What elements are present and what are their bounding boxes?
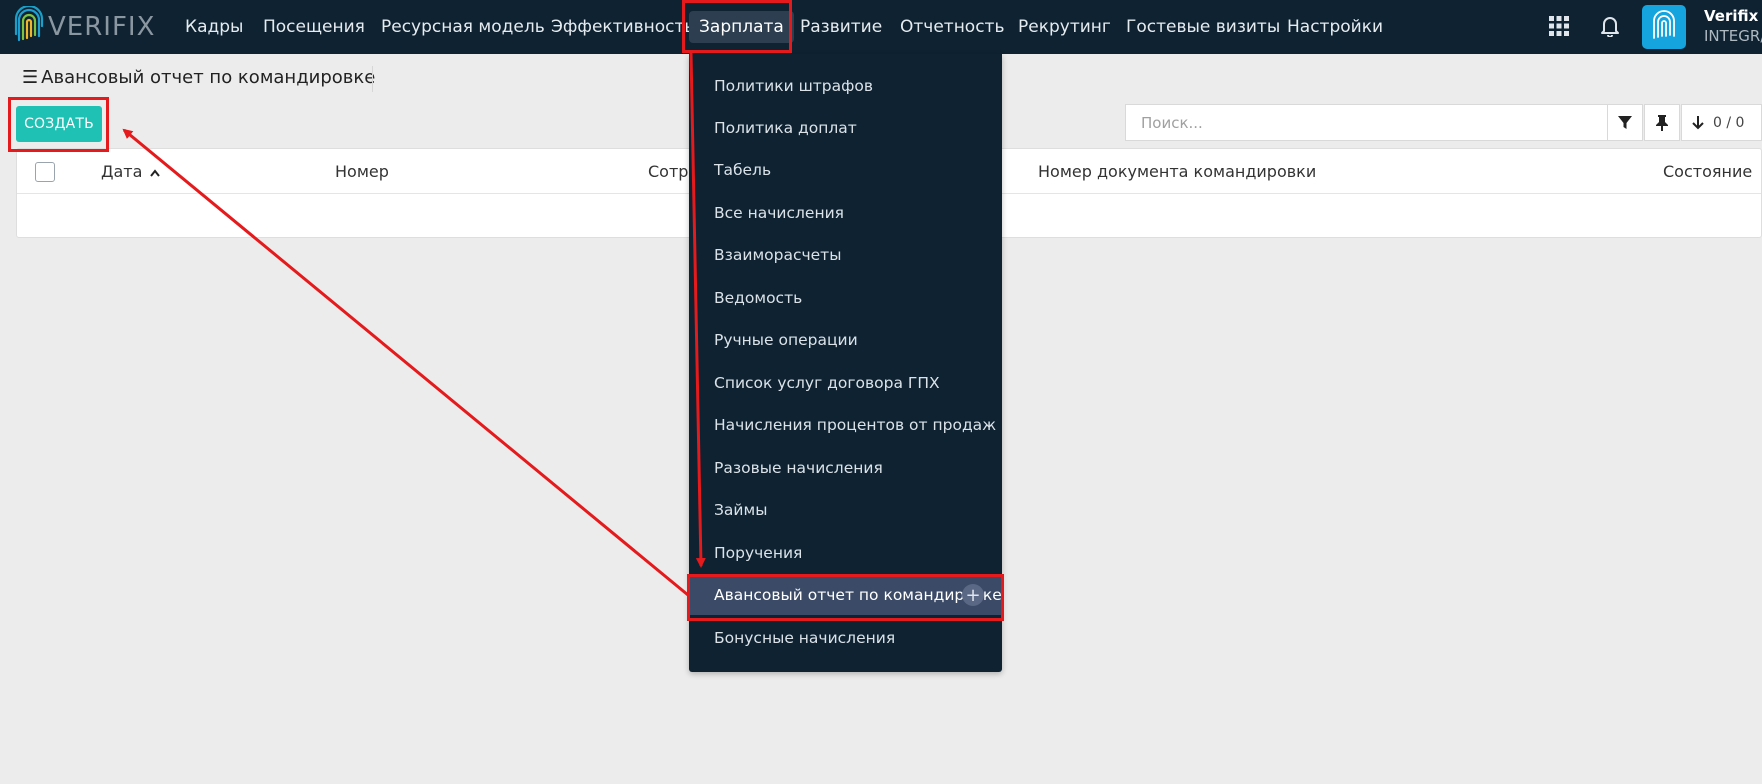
user-name[interactable]: Verifix	[1704, 7, 1758, 25]
menu-item-sales-percent[interactable]: Начисления процентов от продаж	[689, 405, 1002, 445]
menu-item-loans[interactable]: Займы	[689, 490, 1002, 530]
arrow-down-icon[interactable]	[1692, 115, 1704, 130]
search-placeholder: Поиск...	[1141, 113, 1203, 132]
fingerprint-logo-icon	[14, 6, 44, 42]
user-company: INTEGR/	[1704, 27, 1762, 45]
nav-item-settings[interactable]: Настройки	[1287, 0, 1383, 54]
column-header-trip-doc-number[interactable]: Номер документа командировки	[1038, 162, 1316, 181]
column-header-status[interactable]: Состояние	[1663, 162, 1752, 181]
select-all-checkbox[interactable]	[35, 162, 55, 182]
menu-item-advance-report[interactable]: Авансовый отчет по командировке +	[689, 575, 1002, 615]
grid-icon[interactable]	[1546, 13, 1572, 39]
salary-dropdown-menu: Политики штрафов Политика доплат Табель …	[689, 54, 1002, 672]
menu-item-orders[interactable]: Поручения	[689, 533, 1002, 573]
menu-item-bonus-policy[interactable]: Политика доплат	[689, 108, 1002, 148]
nav-item-resource-model[interactable]: Ресурсная модель	[381, 0, 545, 54]
nav-item-kadry[interactable]: Кадры	[185, 0, 243, 54]
menu-item-gph-services[interactable]: Список услуг договора ГПХ	[689, 363, 1002, 403]
pager-text: 0 / 0	[1713, 114, 1745, 131]
create-button[interactable]: СОЗДАТЬ	[16, 106, 102, 142]
nav-item-development[interactable]: Развитие	[800, 0, 882, 54]
page-title-text: Авансовый отчет по командировке	[41, 67, 376, 88]
nav-item-guest-visits[interactable]: Гостевые визиты	[1126, 0, 1280, 54]
fingerprint-avatar-icon	[1653, 10, 1675, 39]
menu-item-timesheet[interactable]: Табель	[689, 150, 1002, 190]
title-divider	[372, 66, 373, 92]
nav-item-salary[interactable]: Зарплата	[689, 0, 794, 54]
menu-item-settlements[interactable]: Взаиморасчеты	[689, 235, 1002, 275]
sort-asc-icon	[149, 169, 160, 177]
page-title: ☰ Авансовый отчет по командировке	[22, 67, 375, 88]
top-navbar: VERIFIX Кадры Посещения Ресурсная модель…	[0, 0, 1762, 54]
verifix-logo[interactable]: VERIFIX	[14, 5, 155, 49]
menu-item-bonus-accruals[interactable]: Бонусные начисления	[689, 618, 1002, 658]
avatar[interactable]	[1642, 5, 1686, 49]
menu-item-all-accruals[interactable]: Все начисления	[689, 193, 1002, 233]
nav-item-reports[interactable]: Отчетность	[900, 0, 1004, 54]
plus-icon[interactable]: +	[962, 584, 984, 606]
menu-item-one-time-accruals[interactable]: Разовые начисления	[689, 448, 1002, 488]
column-header-date[interactable]: Дата	[101, 162, 160, 181]
nav-item-poseshcheniya[interactable]: Посещения	[263, 0, 365, 54]
pin-button[interactable]	[1644, 104, 1680, 141]
search-input[interactable]: Поиск...	[1125, 104, 1607, 141]
pin-icon	[1656, 114, 1668, 131]
filter-button[interactable]	[1607, 104, 1643, 141]
menu-item-statement[interactable]: Ведомость	[689, 278, 1002, 318]
column-header-number[interactable]: Номер	[335, 162, 389, 181]
nav-item-effectiveness[interactable]: Эффективность	[551, 0, 694, 54]
menu-item-fine-policies[interactable]: Политики штрафов	[689, 66, 1002, 106]
filter-icon	[1618, 115, 1632, 129]
hamburger-icon[interactable]: ☰	[22, 67, 38, 88]
pager[interactable]: 0 / 0	[1681, 104, 1762, 141]
menu-item-manual-operations[interactable]: Ручные операции	[689, 320, 1002, 360]
nav-item-recruiting[interactable]: Рекрутинг	[1018, 0, 1111, 54]
bell-icon[interactable]	[1597, 13, 1623, 39]
logo-text: VERIFIX	[48, 12, 156, 42]
